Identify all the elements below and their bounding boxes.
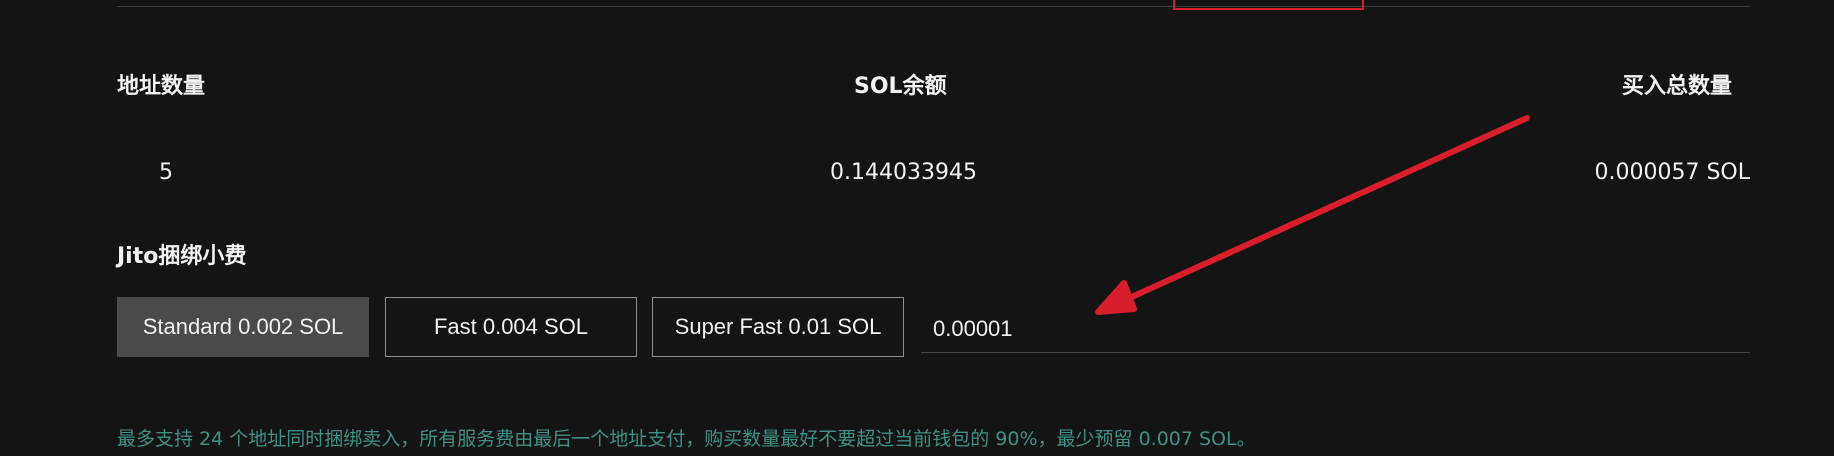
sol-balance-label: SOL余额: [854, 74, 947, 99]
total-buy-value: 0.000057 SOL: [1594, 160, 1750, 185]
address-count-label: 地址数量: [117, 74, 206, 99]
annotation-highlight-box: [1173, 0, 1364, 10]
custom-fee-input[interactable]: [921, 305, 1750, 353]
standard-fee-button[interactable]: Standard 0.002 SOL: [117, 297, 369, 357]
sol-balance-value: 0.144033945: [830, 160, 977, 185]
top-divider: [117, 6, 1750, 7]
total-buy-label: 买入总数量: [1621, 74, 1732, 99]
jito-tip-label: Jito捆绑小费: [117, 244, 247, 269]
address-count-value: 5: [159, 160, 173, 185]
super-fast-fee-button[interactable]: Super Fast 0.01 SOL: [652, 297, 904, 357]
fast-fee-button[interactable]: Fast 0.004 SOL: [385, 297, 637, 357]
info-note: 最多支持 24 个地址同时捆绑卖入，所有服务费由最后一个地址支付，购买数量最好不…: [117, 428, 1256, 450]
